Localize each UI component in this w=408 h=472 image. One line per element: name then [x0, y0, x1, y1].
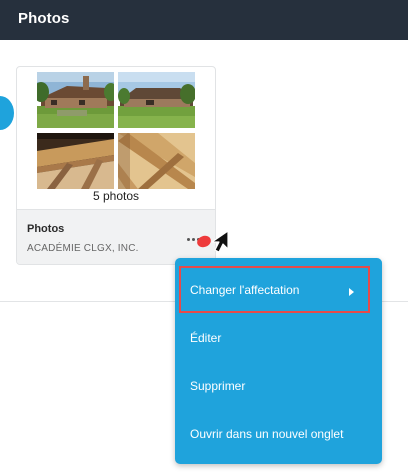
chevron-right-icon	[349, 288, 354, 296]
menu-item-change-assignment[interactable]: Changer l'affectation	[175, 266, 382, 314]
attic-wood-icon	[37, 133, 114, 189]
card-title: Photos	[27, 223, 65, 235]
photo-album-card[interactable]: 5 photos Photos ACADÉMIE CLGX, INC.	[16, 66, 216, 265]
photo-count-label: 5 photos	[92, 189, 140, 203]
house-exterior-icon	[118, 72, 195, 128]
card-subtitle: ACADÉMIE CLGX, INC.	[27, 243, 139, 254]
top-bar: Photos	[0, 0, 408, 40]
menu-item-label: Ouvrir dans un nouvel onglet	[190, 427, 344, 441]
card-footer: Photos ACADÉMIE CLGX, INC.	[17, 209, 215, 264]
menu-item-label: Changer l'affectation	[190, 283, 300, 297]
photo-thumbnail[interactable]	[37, 72, 114, 128]
house-exterior-icon	[37, 72, 114, 128]
menu-item-open-new-tab[interactable]: Ouvrir dans un nouvel onglet	[175, 410, 382, 458]
photo-thumbnail[interactable]	[118, 72, 195, 128]
menu-item-label: Supprimer	[190, 379, 246, 393]
mouse-pointer-icon	[211, 230, 229, 253]
thumbnail-grid[interactable]	[37, 72, 197, 189]
photo-thumbnail[interactable]	[118, 133, 195, 189]
menu-item-label: Éditer	[190, 331, 222, 345]
menu-item-delete[interactable]: Supprimer	[175, 362, 382, 410]
page-title: Photos	[18, 10, 70, 27]
attic-wood-icon	[118, 133, 195, 189]
photo-thumbnail[interactable]	[37, 133, 114, 189]
context-menu: Changer l'affectation Éditer Supprimer O…	[175, 258, 382, 464]
menu-item-edit[interactable]: Éditer	[175, 314, 382, 362]
